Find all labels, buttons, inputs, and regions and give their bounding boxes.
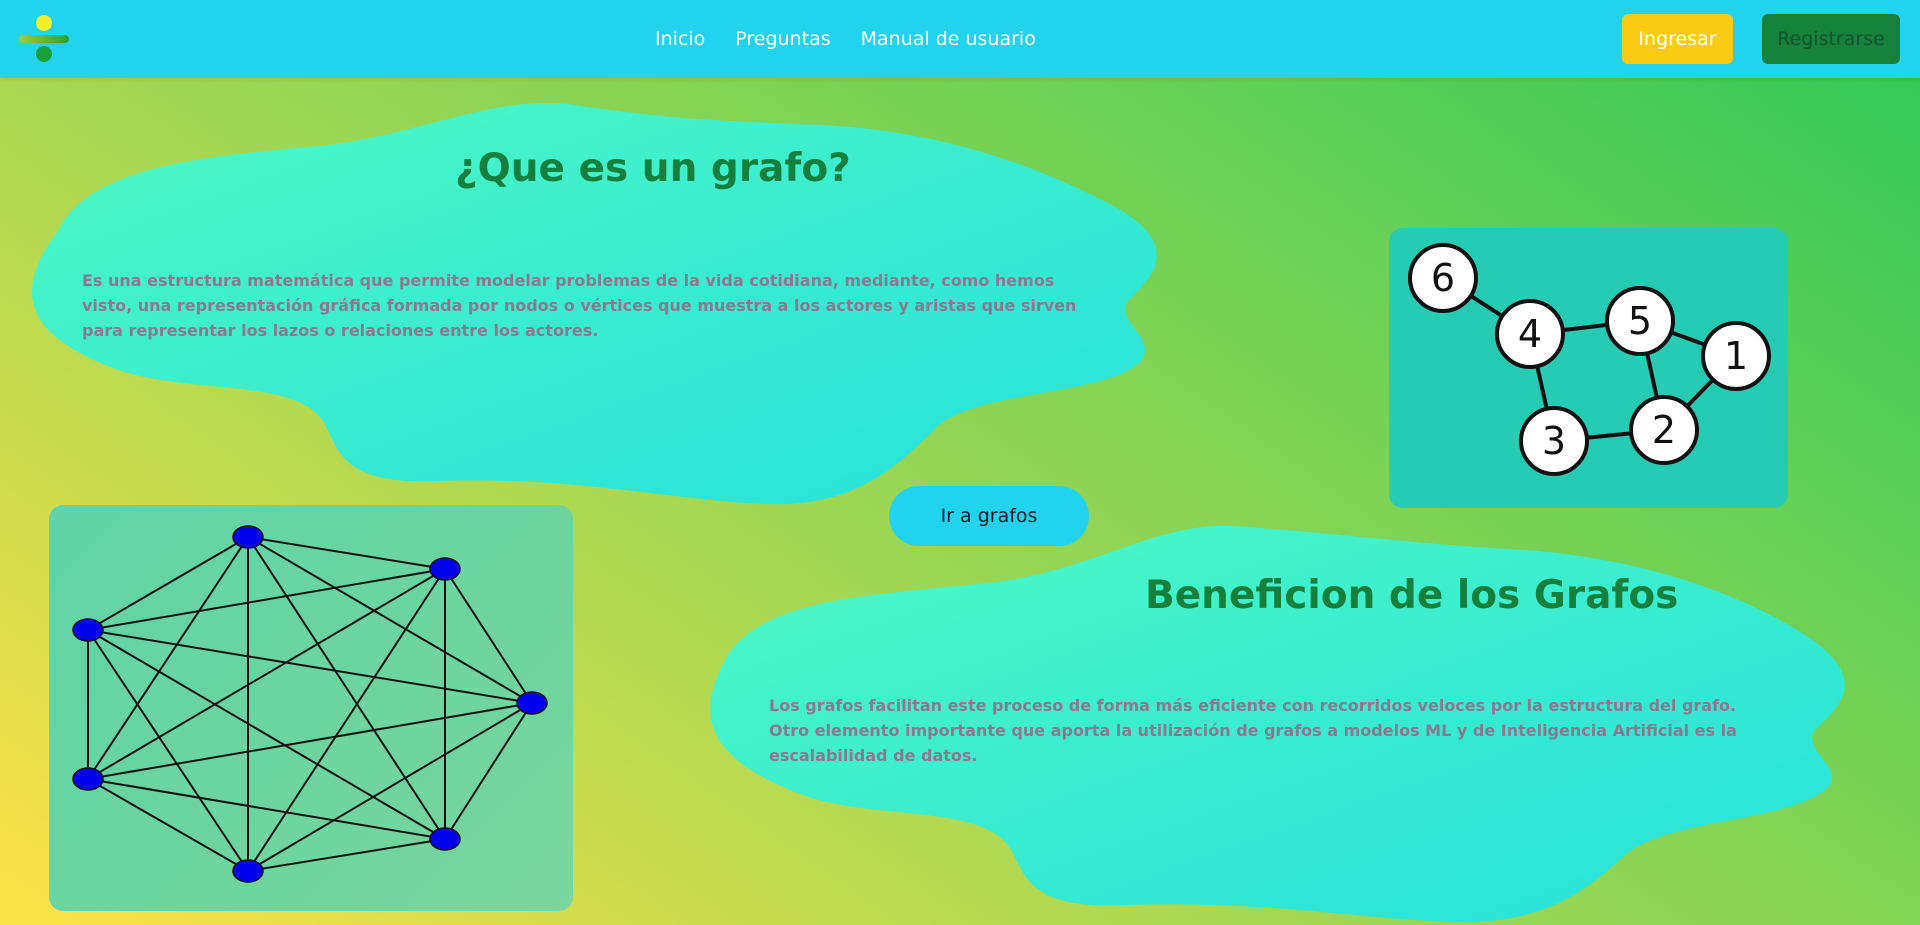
graph-edge [87, 629, 249, 872]
graph-node-label: 2 [1652, 408, 1676, 452]
login-button[interactable]: Ingresar [1622, 14, 1733, 64]
nav-link-manual[interactable]: Manual de usuario [861, 28, 1036, 50]
graph-edge [87, 536, 249, 780]
logo-icon[interactable] [18, 14, 70, 64]
graph-node [429, 557, 461, 581]
graph-node-label: 5 [1628, 299, 1652, 343]
navbar: Inicio Preguntas Manual de usuario Ingre… [0, 0, 1920, 78]
graph-edge [247, 536, 446, 570]
graph-edge [87, 629, 533, 704]
benefits-line-1: Los grafos facilitan este proceso de for… [769, 696, 1737, 715]
definition-text: Es una estructura matemática que permite… [82, 271, 1077, 340]
graph-edge [444, 568, 533, 704]
graph-node-label: 1 [1724, 334, 1748, 378]
graph-node [72, 767, 104, 791]
graph-edge [87, 702, 533, 780]
graph-node-label: 4 [1518, 312, 1542, 356]
graph-node [429, 827, 461, 851]
complete-graph-card [49, 505, 573, 911]
nav-link-inicio[interactable]: Inicio [655, 28, 705, 50]
graph-node [232, 525, 264, 549]
nav-link-preguntas[interactable]: Preguntas [735, 28, 830, 50]
benefits-title: Beneficion de los Grafos [1145, 573, 1679, 618]
graph-node [232, 859, 264, 883]
numbered-graph-card: 6 4 5 1 3 2 [1389, 228, 1788, 508]
graph-node-label: 3 [1542, 419, 1566, 463]
benefits-line-2: Otro elemento importante que aporta la u… [769, 721, 1737, 765]
graph-edge [87, 629, 446, 840]
complete-graph-illustration [72, 525, 548, 883]
graph-node [516, 691, 548, 715]
graph-edge [247, 536, 533, 704]
graph-edge [247, 568, 446, 872]
graph-node [72, 618, 104, 642]
graph-edge [247, 536, 446, 840]
benefits-text: Los grafos facilitan este proceso de for… [769, 693, 1769, 768]
graph-node-label: 6 [1431, 256, 1455, 300]
nav-menu: Inicio Preguntas Manual de usuario [655, 0, 1066, 78]
page-title: ¿Que es un grafo? [455, 146, 851, 191]
numbered-graph-illustration: 6 4 5 1 3 2 [1408, 243, 1771, 476]
graph-edge [444, 702, 533, 840]
register-button[interactable]: Registrarse [1762, 14, 1900, 64]
graph-edge [247, 838, 446, 872]
